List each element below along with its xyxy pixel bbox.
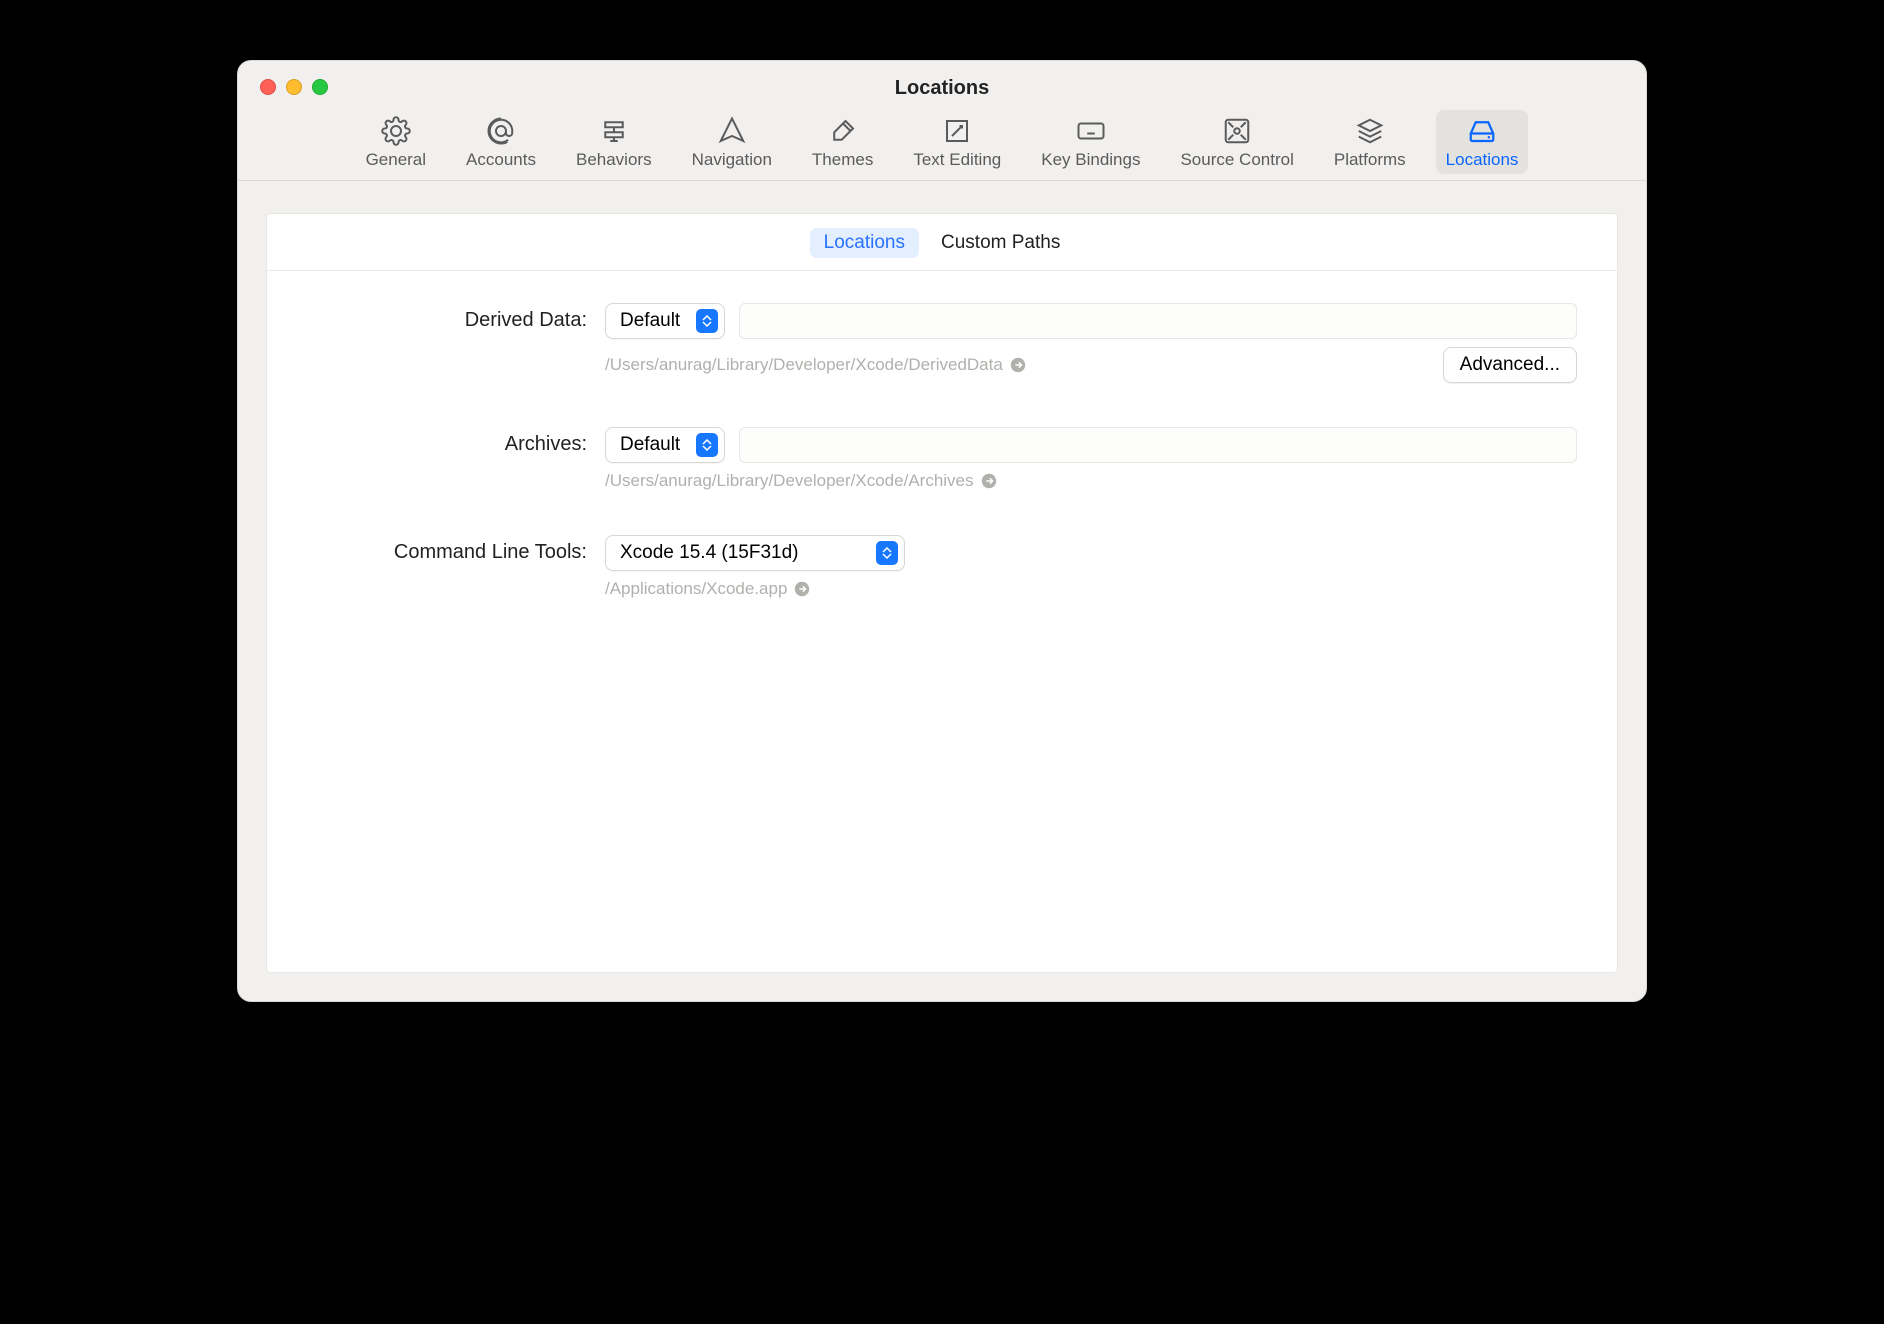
archives-path-text: /Users/anurag/Library/Developer/Xcode/Ar… <box>605 471 974 491</box>
derived-data-path-text: /Users/anurag/Library/Developer/Xcode/De… <box>605 355 1003 375</box>
updown-chevron-icon <box>876 541 898 565</box>
toolbar-item-locations[interactable]: Locations <box>1436 110 1529 174</box>
arrow-right-circle-icon[interactable] <box>793 580 811 598</box>
close-window-button[interactable] <box>260 79 276 95</box>
clt-popup[interactable]: Xcode 15.4 (15F31d) <box>605 535 905 571</box>
subtab-bar: Locations Custom Paths <box>267 214 1617 271</box>
archives-popup[interactable]: Default <box>605 427 725 463</box>
toolbar-label: Source Control <box>1180 150 1293 170</box>
row-archives: Archives: Default /Users/anur <box>307 427 1577 491</box>
toolbar-item-text-editing[interactable]: Text Editing <box>903 110 1011 174</box>
toolbar-item-platforms[interactable]: Platforms <box>1324 110 1416 174</box>
keyboard-icon <box>1076 116 1106 146</box>
minimize-window-button[interactable] <box>286 79 302 95</box>
clt-path-text: /Applications/Xcode.app <box>605 579 787 599</box>
toolbar-item-source-control[interactable]: Source Control <box>1170 110 1303 174</box>
archives-popup-value: Default <box>620 434 688 456</box>
window-title: Locations <box>238 77 1646 100</box>
toolbar-label: Accounts <box>466 150 536 170</box>
derived-data-popup-value: Default <box>620 310 688 332</box>
advanced-button[interactable]: Advanced... <box>1443 347 1577 383</box>
subtab-locations[interactable]: Locations <box>810 228 919 258</box>
toolbar-label: Locations <box>1446 150 1519 170</box>
behaviors-icon <box>599 116 629 146</box>
derived-data-path-input[interactable] <box>739 303 1577 339</box>
navigation-icon <box>717 116 747 146</box>
toolbar-item-themes[interactable]: Themes <box>802 110 883 174</box>
updown-chevron-icon <box>696 309 718 333</box>
preferences-window: Locations General Accounts Behaviors Nav… <box>237 60 1647 1002</box>
preferences-toolbar: General Accounts Behaviors Navigation Th… <box>238 110 1646 180</box>
toolbar-item-behaviors[interactable]: Behaviors <box>566 110 662 174</box>
arrow-right-circle-icon[interactable] <box>980 472 998 490</box>
toolbar-label: Key Bindings <box>1041 150 1140 170</box>
row-derived-data: Derived Data: Default <box>307 303 1577 383</box>
toolbar-label: Text Editing <box>913 150 1001 170</box>
toolbar-label: Behaviors <box>576 150 652 170</box>
toolbar-item-key-bindings[interactable]: Key Bindings <box>1031 110 1150 174</box>
stack-icon <box>1355 116 1385 146</box>
derived-data-popup[interactable]: Default <box>605 303 725 339</box>
row-command-line-tools: Command Line Tools: Xcode 15.4 (15F31d) … <box>307 535 1577 599</box>
label-clt: Command Line Tools: <box>307 535 587 564</box>
updown-chevron-icon <box>696 433 718 457</box>
content-panel: Locations Custom Paths Derived Data: Def… <box>266 213 1618 973</box>
archives-path-input[interactable] <box>739 427 1577 463</box>
toolbar-item-navigation[interactable]: Navigation <box>682 110 782 174</box>
subtab-custom-paths[interactable]: Custom Paths <box>927 228 1074 258</box>
toolbar-label: Navigation <box>692 150 772 170</box>
pencil-square-icon <box>942 116 972 146</box>
titlebar: Locations General Accounts Behaviors Nav… <box>238 61 1646 181</box>
label-derived-data: Derived Data: <box>307 303 587 332</box>
toolbar-label: Themes <box>812 150 873 170</box>
toolbar-label: Platforms <box>1334 150 1406 170</box>
toolbar-item-general[interactable]: General <box>356 110 436 174</box>
gear-icon <box>381 116 411 146</box>
paintbrush-icon <box>828 116 858 146</box>
traffic-lights <box>260 79 328 95</box>
zoom-window-button[interactable] <box>312 79 328 95</box>
source-control-icon <box>1222 116 1252 146</box>
toolbar-item-accounts[interactable]: Accounts <box>456 110 546 174</box>
clt-popup-value: Xcode 15.4 (15F31d) <box>620 542 868 564</box>
toolbar-label: General <box>366 150 426 170</box>
at-icon <box>486 116 516 146</box>
arrow-right-circle-icon[interactable] <box>1009 356 1027 374</box>
disk-icon <box>1467 116 1497 146</box>
locations-form: Derived Data: Default <box>267 271 1617 683</box>
label-archives: Archives: <box>307 427 587 456</box>
